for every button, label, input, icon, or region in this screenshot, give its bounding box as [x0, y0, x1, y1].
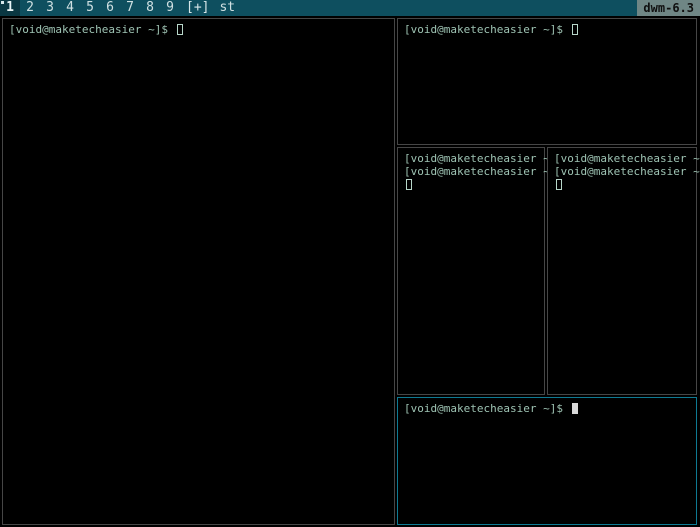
prompt-line: [void@maketecheasier ~]$	[404, 165, 538, 178]
prompt-line: [void@maketecheasier ~]$	[9, 23, 388, 36]
prompt-line: [void@maketecheasier ~]$	[404, 402, 690, 415]
layout-symbol[interactable]: [+]	[180, 0, 215, 16]
prompt-text: [void@maketecheasier ~]$	[554, 152, 700, 165]
tag-2[interactable]: 2	[20, 0, 40, 16]
prompt-line: [void@maketecheasier ~]$	[554, 165, 690, 178]
terminal-stack-3[interactable]: [void@maketecheasier ~]$ [void@maketeche…	[547, 147, 697, 395]
tag-1[interactable]: 1	[0, 0, 20, 16]
tag-9-label: 9	[166, 0, 174, 15]
cursor-icon	[572, 24, 578, 35]
prompt-text: [void@maketecheasier ~]$	[404, 152, 563, 165]
tag-7-label: 7	[126, 0, 134, 15]
workspace: [void@maketecheasier ~]$ [void@maketeche…	[0, 16, 700, 527]
tag-8-label: 8	[146, 0, 154, 15]
tag-3-label: 3	[46, 0, 54, 15]
prompt-text: [void@maketecheasier ~]$	[554, 165, 700, 178]
tag-6[interactable]: 6	[100, 0, 120, 16]
window-title: st	[215, 0, 637, 16]
tag-7[interactable]: 7	[120, 0, 140, 16]
tag-1-label: 1	[6, 0, 14, 15]
prompt-line: [void@maketecheasier ~]$	[404, 23, 690, 36]
terminal-stack-1[interactable]: [void@maketecheasier ~]$	[397, 18, 697, 145]
status-bar: 1 2 3 4 5 6 7 8 9 [+] st dwm-6.3	[0, 0, 700, 16]
prompt-line: [void@maketecheasier ~]$	[554, 152, 690, 165]
prompt-text: [void@maketecheasier ~]$	[404, 165, 563, 178]
terminal-master[interactable]: [void@maketecheasier ~]$	[2, 18, 395, 525]
prompt-text: [void@maketecheasier ~]$	[9, 23, 168, 36]
tag-5-label: 5	[86, 0, 94, 15]
terminal-stack-4-focused[interactable]: [void@maketecheasier ~]$	[397, 397, 697, 525]
cursor-icon	[406, 179, 412, 190]
tag-2-label: 2	[26, 0, 34, 15]
cursor-line	[554, 178, 690, 191]
tag-8[interactable]: 8	[140, 0, 160, 16]
cursor-icon	[556, 179, 562, 190]
prompt-line: [void@maketecheasier ~]$	[404, 152, 538, 165]
cursor-icon	[177, 24, 183, 35]
cursor-line	[404, 178, 538, 191]
tag-list: 1 2 3 4 5 6 7 8 9	[0, 0, 180, 16]
tag-5[interactable]: 5	[80, 0, 100, 16]
tag-3[interactable]: 3	[40, 0, 60, 16]
prompt-text: [void@maketecheasier ~]$	[404, 23, 563, 36]
status-text: dwm-6.3	[637, 0, 700, 16]
tag-9[interactable]: 9	[160, 0, 180, 16]
prompt-text: [void@maketecheasier ~]$	[404, 402, 563, 415]
cursor-icon	[572, 403, 578, 414]
tag-4-label: 4	[66, 0, 74, 15]
tag-6-label: 6	[106, 0, 114, 15]
tag-4[interactable]: 4	[60, 0, 80, 16]
terminal-stack-2[interactable]: [void@maketecheasier ~]$ [void@maketeche…	[397, 147, 545, 395]
